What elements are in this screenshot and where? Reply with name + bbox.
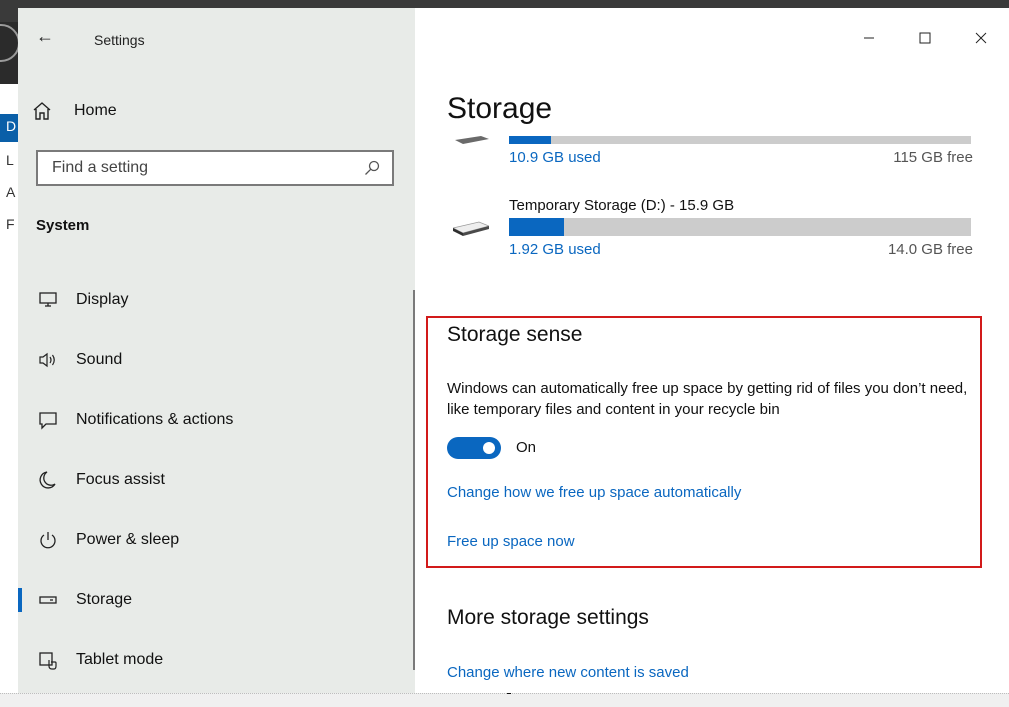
window-title: Settings [94,32,145,48]
more-storage-settings-title: More storage settings [447,606,649,629]
maximize-icon [919,32,931,44]
sidebar-item-sound[interactable]: Sound [18,330,415,390]
settings-window: ← Settings Home System Display [18,8,1009,693]
background-letter: F [6,216,15,232]
drive-usage-bar [509,136,971,144]
minimize-icon [864,37,874,39]
tablet-mode-icon [39,652,57,670]
storage-sense-highlight-box [426,316,982,568]
section-title-system: System [36,217,90,234]
maximize-button[interactable] [897,22,953,54]
drive-free-text: 14.0 GB free [887,241,973,258]
sidebar: ← Settings Home System Display [18,8,415,693]
search-input[interactable] [38,152,352,184]
sidebar-item-label: Storage [76,591,133,608]
sidebar-item-home[interactable]: Home [32,98,117,124]
sidebar-item-focus-assist[interactable]: Focus assist [18,450,415,510]
drive-free-text: 115 GB free [893,149,973,166]
page-title: Storage [447,92,553,125]
free-up-space-now-link[interactable]: Free up space now [447,533,575,550]
background-letter: D [6,118,17,134]
storage-drive-icon [39,596,57,604]
window-controls [841,22,1009,54]
drive-icon [455,136,489,144]
home-icon [33,102,51,120]
speaker-icon [39,352,55,368]
main-content: Storage 10.9 GB used 115 GB free Tempora… [415,8,1009,693]
drive-usage-bar [509,218,971,236]
drive-usage-fill [509,136,551,144]
notification-icon [39,412,57,430]
monitor-icon [39,292,57,307]
sidebar-item-label: Sound [76,351,123,368]
drive-icon [453,221,489,236]
sidebar-item-tablet-mode[interactable]: Tablet mode [18,630,415,690]
sidebar-item-label: Notifications & actions [76,411,234,428]
drive-used-link[interactable]: 10.9 GB used [509,149,601,166]
background-letter: L [6,152,14,168]
search-field[interactable] [36,150,394,186]
background-letter: A [6,184,16,200]
back-arrow-icon[interactable]: ← [36,26,54,47]
sidebar-item-label: Focus assist [76,471,165,488]
drive-used-link[interactable]: 1.92 GB used [509,241,601,258]
sidebar-item-label: Power & sleep [76,531,180,548]
moon-icon [39,471,56,489]
change-content-location-link[interactable]: Change where new content is saved [447,664,689,681]
storage-sense-description: Windows can automatically free up space … [447,380,968,418]
close-button[interactable] [953,22,1009,54]
search-icon [365,160,380,175]
drive-usage-fill [509,218,565,236]
storage-sense-title: Storage sense [447,323,583,346]
change-free-up-space-link[interactable]: Change how we free up space automaticall… [447,484,741,501]
sidebar-item-power-sleep[interactable]: Power & sleep [18,510,415,570]
close-icon [975,32,987,44]
sidebar-item-display[interactable]: Display [18,270,415,330]
power-icon [40,532,56,549]
storage-sense-toggle[interactable] [447,437,501,459]
minimize-button[interactable] [841,22,897,54]
toggle-knob [483,442,495,454]
toggle-state-label: On [516,439,537,456]
background-status-bar [0,693,1009,707]
sidebar-item-notifications[interactable]: Notifications & actions [18,390,415,450]
sidebar-item-label: Display [76,291,129,308]
sidebar-item-label: Home [74,102,117,119]
active-indicator [18,588,22,612]
sidebar-item-storage[interactable]: Storage [18,570,415,630]
drive-name: Temporary Storage (D:) - 15.9 GB [509,197,735,214]
sidebar-item-label: Tablet mode [76,651,164,668]
